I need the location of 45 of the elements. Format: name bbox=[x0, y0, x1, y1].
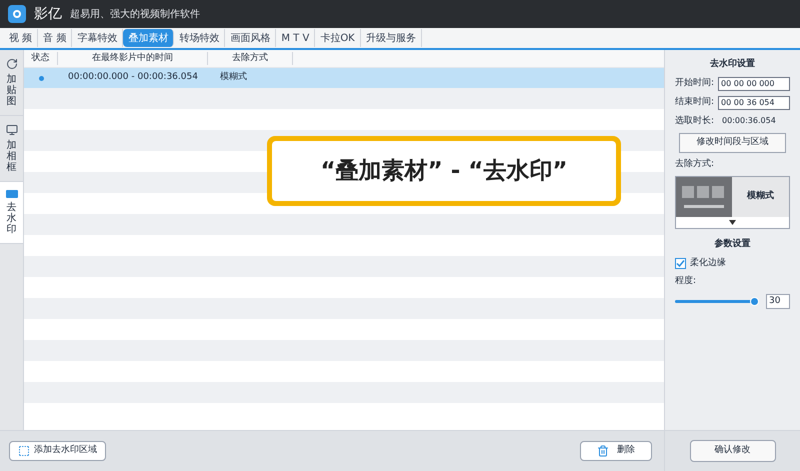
tab[interactable]: M T V bbox=[276, 29, 316, 47]
column-header[interactable]: 在最终影片中的时间 bbox=[58, 52, 208, 66]
tab[interactable]: 转场特效 bbox=[174, 29, 226, 47]
start-time-field[interactable]: 00 00 00 000 bbox=[718, 76, 790, 90]
add-region-button[interactable]: 添加去水印区域 bbox=[9, 441, 106, 461]
rotate-icon bbox=[6, 58, 18, 70]
field-label: 去除方式: bbox=[675, 158, 716, 170]
delete-button[interactable]: 删除 bbox=[580, 441, 652, 461]
method-selector[interactable]: 模糊式 bbox=[675, 176, 790, 229]
degree-field[interactable]: 30 bbox=[766, 294, 790, 309]
column-header[interactable]: 去除方式 bbox=[208, 52, 293, 66]
app-logo-icon bbox=[8, 5, 26, 23]
modify-button[interactable]: 修改时间段与区域 bbox=[679, 133, 786, 152]
checkbox[interactable] bbox=[675, 258, 686, 269]
field-label: 程度: bbox=[675, 275, 698, 288]
method-value: 模糊式 bbox=[732, 177, 789, 217]
monitor-icon bbox=[6, 124, 18, 136]
duration-value: 00:00:36.054 bbox=[722, 115, 776, 128]
side-tab[interactable]: 加贴图 bbox=[0, 50, 23, 116]
tab[interactable]: 音 频 bbox=[38, 29, 72, 47]
checkbox-label: 柔化边缘 bbox=[690, 256, 726, 270]
window-subtitle: 超易用、强大的视频制作软件 bbox=[70, 8, 200, 22]
trash-icon bbox=[597, 445, 609, 457]
side-tab[interactable]: 去水印 bbox=[0, 182, 23, 244]
tab[interactable]: 画面风格 bbox=[225, 29, 276, 47]
slider[interactable] bbox=[675, 296, 758, 306]
window-title: 影亿 bbox=[34, 4, 62, 24]
slider-thumb[interactable] bbox=[750, 296, 759, 306]
tab[interactable]: 视 频 bbox=[4, 29, 38, 47]
tab[interactable]: 升级与服务 bbox=[360, 29, 422, 47]
table-row[interactable]: 00:00:00.000 - 00:00:36.054 模糊式 bbox=[24, 68, 664, 88]
field-label: 选取时长: bbox=[675, 114, 714, 128]
end-time-field[interactable]: 00 00 36 054 bbox=[718, 96, 790, 110]
image-icon bbox=[6, 190, 18, 198]
confirm-button[interactable]: 确认修改 bbox=[690, 440, 776, 462]
table-cell-text: 模糊式 bbox=[219, 71, 248, 84]
field-label: 开始时间: bbox=[675, 76, 714, 90]
table-cell-text: 00:00:00.000 - 00:00:36.054 bbox=[67, 71, 199, 84]
column-header[interactable]: 状态 bbox=[24, 52, 58, 66]
section-title: 去水印设置 bbox=[709, 58, 756, 71]
field-label: 结束时间: bbox=[675, 96, 714, 109]
tab[interactable]: 卡拉OK bbox=[315, 29, 361, 47]
section-title: 参数设置 bbox=[714, 238, 752, 251]
callout-text: “叠加素材” - “去水印” bbox=[320, 156, 568, 186]
add-region-icon bbox=[18, 445, 30, 457]
